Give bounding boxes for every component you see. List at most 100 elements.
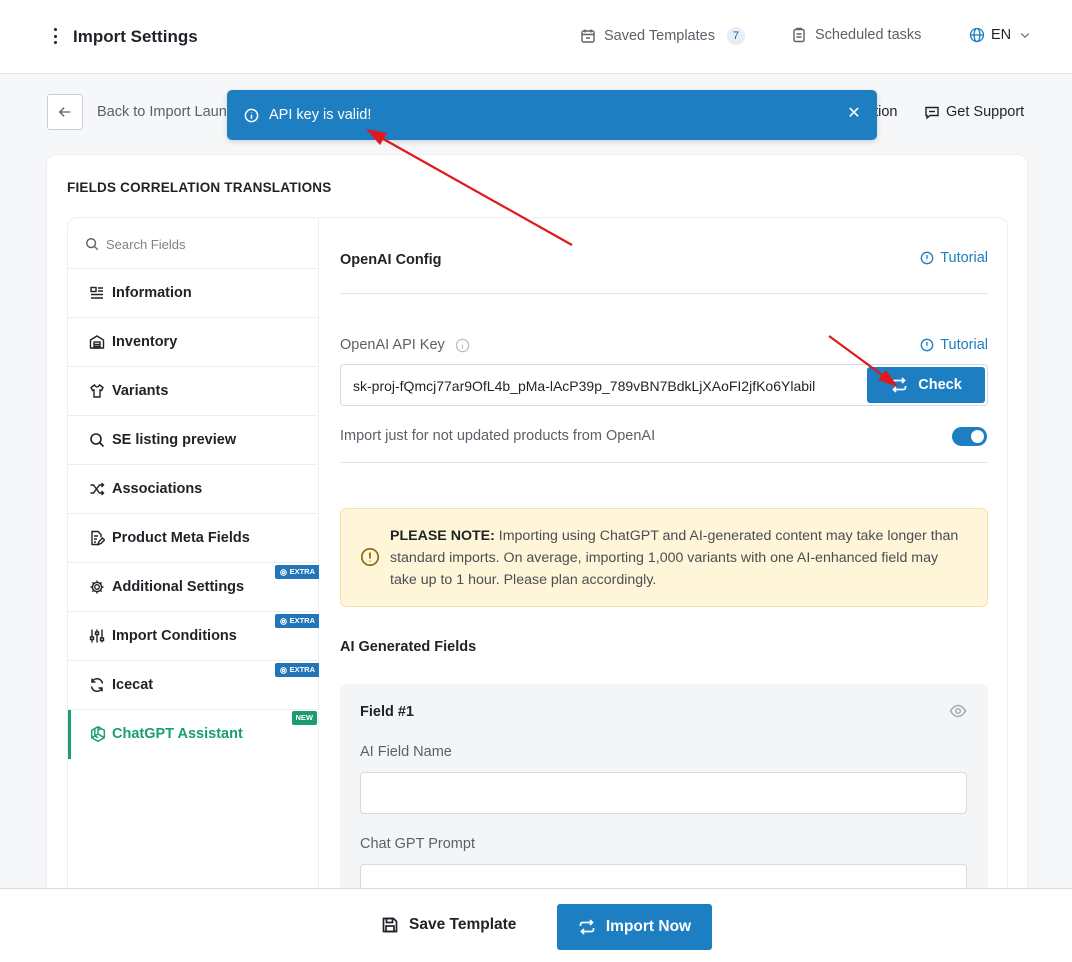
sidebar-item-label: Additional Settings <box>112 579 245 595</box>
tutorial-label: Tutorial <box>940 250 988 266</box>
back-to-import-link[interactable]: Back to Import Laun <box>97 104 227 120</box>
search-fields-input[interactable] <box>106 232 306 256</box>
sliders-icon <box>89 629 105 643</box>
chat-bubble-icon <box>925 106 939 120</box>
save-template-button[interactable]: Save Template <box>381 916 516 934</box>
fields-sidebar: Information Inventory Variants SE listin… <box>68 218 319 916</box>
eye-icon[interactable] <box>949 702 967 720</box>
ai-field-name-input[interactable] <box>360 772 967 814</box>
floppy-disk-icon <box>382 917 398 933</box>
gear-icon <box>279 666 287 674</box>
bottom-action-bar: Save Template Import Now <box>0 888 1072 962</box>
back-button[interactable] <box>47 94 83 130</box>
divider <box>340 462 988 463</box>
sidebar-item-chatgpt-assistant[interactable]: ChatGPT Assistant NEW <box>68 710 319 759</box>
document-edit-icon <box>91 530 105 546</box>
api-key-label-text: OpenAI API Key <box>340 337 445 353</box>
refresh-icon <box>90 677 104 693</box>
sidebar-item-additional-settings[interactable]: Additional Settings EXTRA <box>68 563 319 612</box>
sidebar-item-product-meta-fields[interactable]: Product Meta Fields <box>68 514 319 563</box>
gear-icon <box>279 617 287 625</box>
ai-field-card: Field #1 AI Field Name Chat GPT Prompt <box>340 684 988 916</box>
tutorial-link[interactable]: Tutorial <box>920 250 988 266</box>
chatgpt-prompt-label: Chat GPT Prompt <box>360 836 475 852</box>
sidebar-item-associations[interactable]: Associations <box>68 465 319 514</box>
divider <box>340 293 988 294</box>
toggle-label: Import just for not updated products fro… <box>340 428 656 444</box>
language-label: EN <box>991 27 1012 43</box>
import-not-updated-toggle[interactable] <box>952 427 987 446</box>
warning-icon <box>360 547 380 567</box>
import-now-button[interactable]: Import Now <box>557 904 712 950</box>
sidebar-item-information[interactable]: Information <box>68 269 319 318</box>
sidebar-item-se-listing-preview[interactable]: SE listing preview <box>68 416 319 465</box>
check-button[interactable]: Check <box>867 367 985 403</box>
sidebar-item-label: Import Conditions <box>112 628 237 644</box>
sidebar-item-label: Product Meta Fields <box>112 530 250 546</box>
card-title: FIELDS CORRELATION TRANSLATIONS <box>67 180 332 195</box>
save-template-label: Save Template <box>409 916 517 933</box>
kebab-menu-icon[interactable] <box>49 26 61 46</box>
sidebar-item-import-conditions[interactable]: Import Conditions EXTRA <box>68 612 319 661</box>
main-card: FIELDS CORRELATION TRANSLATIONS Informat… <box>46 154 1028 917</box>
extra-badge-label: EXTRA <box>289 616 315 625</box>
api-key-tutorial-link[interactable]: Tutorial <box>920 337 988 353</box>
repeat-icon <box>891 377 907 393</box>
search-row <box>68 218 319 269</box>
close-icon[interactable]: ✕ <box>847 106 861 122</box>
import-now-label: Import Now <box>605 918 692 935</box>
toast-message: API key is valid! <box>269 107 372 123</box>
clipboard-icon <box>793 27 805 43</box>
sidebar-item-icecat[interactable]: Icecat EXTRA <box>68 661 319 710</box>
note-box: PLEASE NOTE: Importing using ChatGPT and… <box>340 508 988 607</box>
saved-templates-count: 7 <box>726 27 745 45</box>
sidebar-item-label: Variants <box>112 383 169 399</box>
sidebar-item-label: Icecat <box>112 677 154 693</box>
scheduled-tasks-link[interactable]: Scheduled tasks <box>791 27 921 43</box>
settings-panel: Information Inventory Variants SE listin… <box>67 217 1008 917</box>
get-support-link[interactable]: Get Support <box>924 104 1024 120</box>
section-title: OpenAI Config <box>340 252 442 268</box>
sidebar-item-label: SE listing preview <box>112 432 237 448</box>
sidebar-item-label: Inventory <box>112 334 178 350</box>
info-circle-icon <box>244 108 259 123</box>
gear-icon <box>90 580 104 594</box>
extra-badge: EXTRA <box>274 565 319 579</box>
tutorial-label: Tutorial <box>940 337 988 353</box>
list-icon <box>90 286 103 299</box>
extra-badge: EXTRA <box>274 614 319 628</box>
note-strong: PLEASE NOTE: <box>390 528 495 544</box>
gear-icon <box>279 568 287 576</box>
chevron-down-icon <box>1021 33 1030 39</box>
shirt-icon <box>90 383 104 398</box>
note-text: PLEASE NOTE: Importing using ChatGPT and… <box>390 525 965 591</box>
template-icon <box>581 29 595 43</box>
repeat-icon <box>579 919 595 935</box>
success-toast: API key is valid! ✕ <box>227 90 877 140</box>
saved-templates-label: Saved Templates <box>604 28 715 44</box>
page-title: Import Settings <box>73 27 198 46</box>
shuffle-icon <box>90 482 105 496</box>
info-circle-icon <box>920 251 934 265</box>
extra-badge: EXTRA <box>274 663 319 677</box>
api-key-input[interactable] <box>353 375 858 397</box>
warehouse-icon <box>89 335 105 349</box>
api-key-field: Check <box>340 364 988 406</box>
ai-field-name-label: AI Field Name <box>360 744 452 760</box>
saved-templates-link[interactable]: Saved Templates 7 <box>580 27 745 45</box>
top-header: Import Settings Saved Templates 7 Schedu… <box>0 0 1072 74</box>
sidebar-item-inventory[interactable]: Inventory <box>68 318 319 367</box>
scheduled-tasks-label: Scheduled tasks <box>815 27 922 43</box>
extra-badge-label: EXTRA <box>289 665 315 674</box>
api-key-label: OpenAI API Key <box>340 337 470 353</box>
get-support-label: Get Support <box>946 104 1025 120</box>
extra-badge-label: EXTRA <box>289 567 315 576</box>
check-button-label: Check <box>918 377 962 393</box>
arrow-left-icon <box>58 107 71 117</box>
language-selector[interactable]: EN <box>969 27 1031 43</box>
sidebar-item-label: Associations <box>112 481 203 497</box>
sidebar-item-variants[interactable]: Variants <box>68 367 319 416</box>
info-icon[interactable] <box>455 338 470 353</box>
info-circle-icon <box>920 338 934 352</box>
sidebar-item-label: ChatGPT Assistant <box>112 726 243 742</box>
